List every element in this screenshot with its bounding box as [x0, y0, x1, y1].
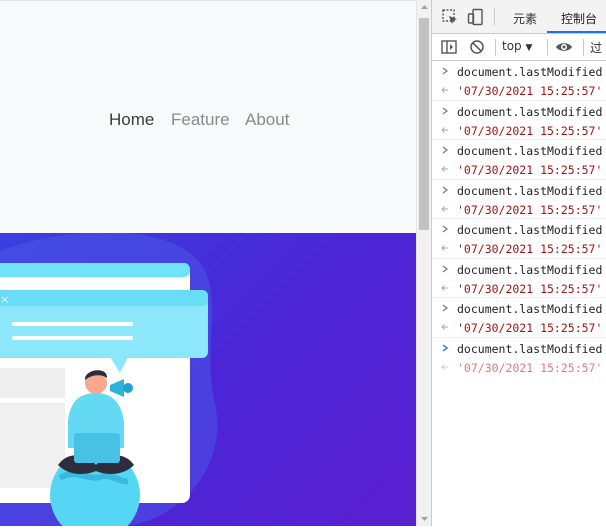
context-selector-value: top: [502, 39, 522, 53]
console-result[interactable]: '07/30/2021 15:25:57': [457, 282, 602, 296]
card-block-1: [0, 368, 65, 398]
console-entry: document.lastModified '07/30/2021 15:25:…: [432, 101, 606, 140]
hero-banner: ×: [0, 233, 416, 526]
prompt-chevron-icon: [442, 343, 449, 352]
nav-link-feature[interactable]: Feature: [171, 110, 230, 130]
console-result[interactable]: '07/30/2021 15:25:57': [457, 242, 602, 256]
console-entry: document.lastModified '07/30/2021 15:25:…: [432, 140, 606, 180]
console-entry: document.lastModified '07/30/2021 15:25:…: [432, 219, 606, 259]
toolbar-separator-2: [547, 39, 548, 56]
console-command: document.lastModified: [457, 262, 603, 277]
result-arrow-icon: [441, 205, 448, 212]
context-selector[interactable]: top ▼: [502, 39, 532, 53]
console-command: document.lastModified: [457, 302, 603, 316]
console-command: document.lastModified: [457, 144, 603, 158]
console-result[interactable]: '07/30/2021 15:25:57': [457, 321, 602, 335]
text-line-1: [12, 322, 133, 326]
result-arrow-icon: [441, 166, 448, 172]
web-page: Home Feature About ×: [0, 0, 416, 526]
input-chevron-icon: [442, 225, 448, 233]
input-chevron-icon: [442, 67, 448, 75]
console-command: document.lastModified: [457, 223, 603, 237]
console-entry: document.lastModified '07/30/2021 15:25:…: [432, 259, 606, 298]
active-tab-indicator: [547, 31, 606, 33]
eye-icon[interactable]: [555, 38, 573, 56]
console-entry: document.lastModified '07/30/2021 15:25:…: [432, 298, 606, 338]
devtools-panel: 元素 控制台 top ▼ 过 document.lastModified '07…: [431, 0, 606, 526]
result-arrow-icon: [441, 126, 448, 133]
scrollbar-thumb[interactable]: [419, 18, 429, 230]
nav-link-home[interactable]: Home: [109, 110, 154, 130]
input-chevron-icon: [442, 265, 448, 272]
console-output: document.lastModified '07/30/2021 15:25:…: [432, 61, 606, 377]
console-toolbar: top ▼ 过: [432, 34, 606, 61]
result-arrow-icon: [441, 245, 448, 251]
console-command: document.lastModified: [457, 65, 603, 79]
scroll-up-arrow-icon[interactable]: [417, 0, 432, 14]
input-chevron-icon: [442, 186, 448, 193]
input-chevron-icon: [442, 304, 448, 312]
console-command: document.lastModified: [457, 104, 603, 119]
console-prompt[interactable]: document.lastModified '07/30/2021 15:25:…: [432, 338, 606, 378]
console-input[interactable]: document.lastModified: [457, 342, 602, 356]
page-scrollbar[interactable]: [416, 0, 431, 526]
devtools-tabbar: 元素 控制台: [432, 0, 606, 34]
input-chevron-icon: [442, 146, 448, 154]
input-chevron-icon: [442, 107, 448, 114]
eager-eval-preview: '07/30/2021 15:25:57': [457, 360, 603, 375]
clear-console-icon[interactable]: [468, 38, 486, 56]
nav-link-about[interactable]: About: [245, 110, 289, 130]
close-icon: ×: [0, 293, 9, 306]
speech-bubble-header: [0, 290, 208, 306]
tab-elements[interactable]: 元素: [513, 10, 537, 27]
console-command: document.lastModified: [457, 183, 603, 198]
window-card-header: [0, 263, 190, 277]
toolbar-separator-3: [583, 39, 584, 56]
device-toolbar-icon[interactable]: [467, 8, 485, 26]
result-arrow-icon: [441, 324, 448, 330]
scroll-down-arrow-icon[interactable]: [417, 512, 432, 526]
laptop: [74, 433, 120, 463]
result-arrow-icon: [441, 284, 448, 291]
filter-input[interactable]: 过: [590, 39, 602, 56]
toolbar-separator: [495, 39, 496, 56]
inspect-element-icon[interactable]: [441, 8, 459, 26]
console-result[interactable]: '07/30/2021 15:25:57': [457, 84, 602, 98]
hero-illustration: ×: [0, 233, 218, 526]
console-result[interactable]: '07/30/2021 15:25:57': [457, 124, 602, 138]
text-line-2: [12, 336, 133, 340]
tab-separator: [494, 8, 495, 26]
result-arrow-icon: [441, 87, 448, 93]
tab-console[interactable]: 控制台: [561, 10, 597, 27]
console-entry: document.lastModified '07/30/2021 15:25:…: [432, 180, 606, 219]
preview-arrow-icon: [441, 363, 448, 370]
sidebar-toggle-icon[interactable]: [440, 38, 458, 56]
console-result[interactable]: '07/30/2021 15:25:57': [457, 203, 602, 217]
console-result[interactable]: '07/30/2021 15:25:57': [457, 163, 602, 177]
console-entry: document.lastModified '07/30/2021 15:25:…: [432, 61, 606, 101]
chevron-down-icon: ▼: [525, 43, 533, 53]
megaphone-mouth: [123, 383, 133, 393]
navbar: Home Feature About: [0, 0, 416, 233]
